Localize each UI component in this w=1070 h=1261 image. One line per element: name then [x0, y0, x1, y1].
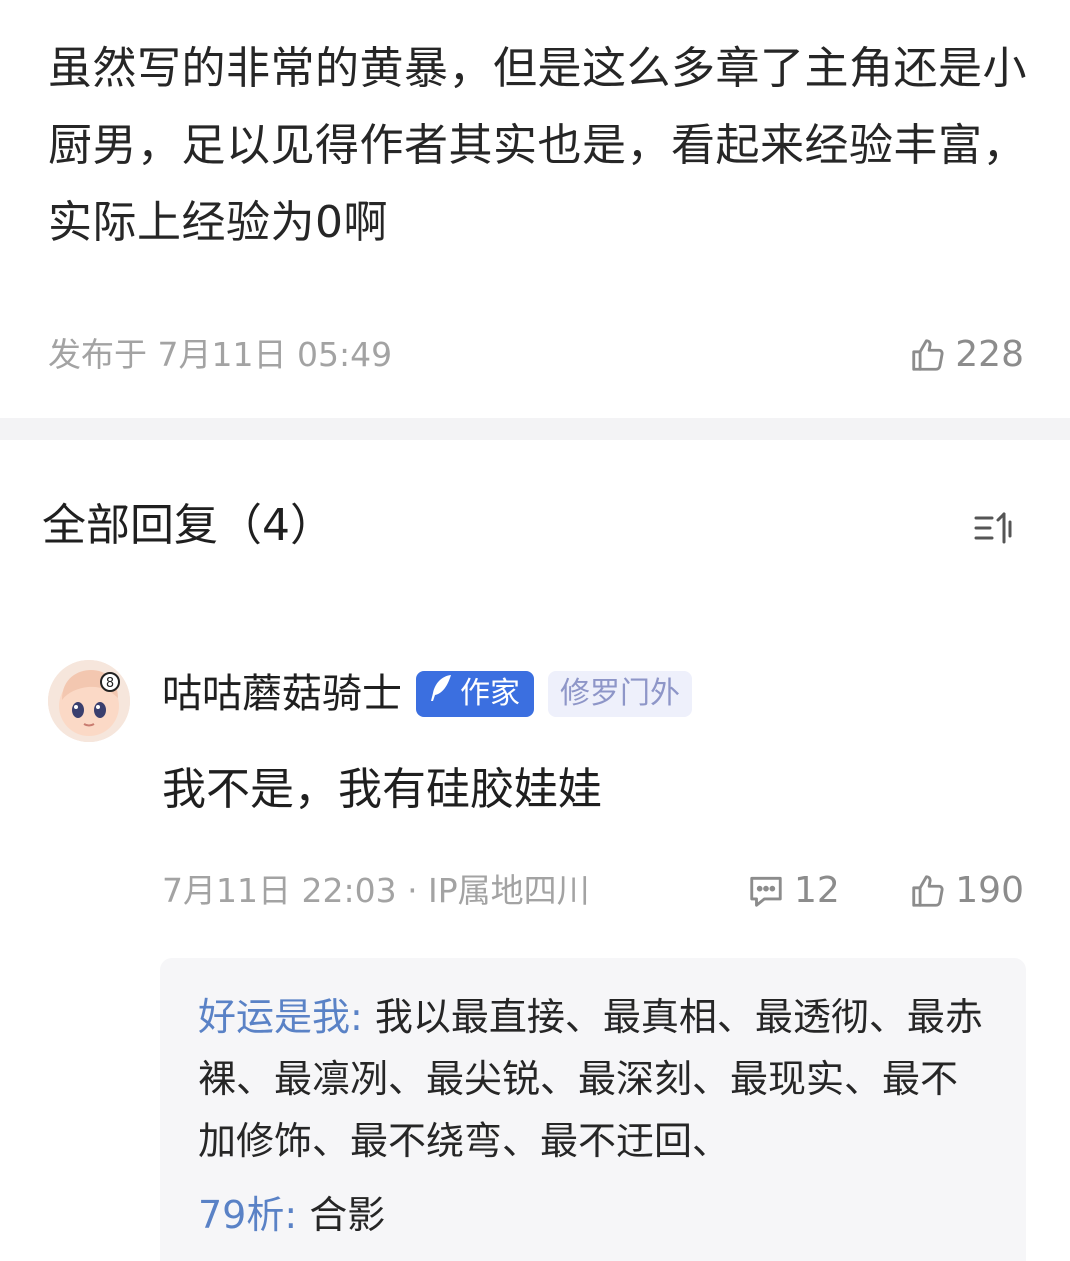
top-comment-timestamp: 发布于 7月11日 05:49: [48, 335, 393, 374]
avatar[interactable]: 8: [48, 660, 130, 742]
top-comment-like-button[interactable]: 228: [909, 330, 1024, 380]
sub-replies-box[interactable]: 好运是我: 我以最直接、最真相、最透彻、最赤裸、最凛冽、最尖锐、最深刻、最现实、…: [160, 958, 1026, 1261]
reply-actions: 12 190: [746, 866, 1024, 916]
author-badge-label: 作家: [460, 676, 520, 711]
sort-icon: [970, 512, 1022, 554]
sub-reply-item[interactable]: 好运是我: 我以最直接、最真相、最透彻、最赤裸、最凛冽、最尖锐、最深刻、最现实、…: [198, 986, 988, 1172]
top-comment-like-count: 228: [955, 334, 1024, 375]
replies-header-title: 全部回复（4）: [42, 500, 334, 551]
sort-button[interactable]: [970, 506, 1022, 550]
reply-user-row: 咕咕蘑菇骑士 作家 修罗门外: [162, 662, 692, 726]
reply-text: 我不是，我有硅胶娃娃: [162, 764, 602, 815]
thumbs-up-icon: [909, 872, 947, 910]
svg-text:8: 8: [106, 676, 114, 691]
reply-timestamp: 7月11日 22:03 · IP属地四川: [162, 871, 590, 910]
section-divider: [0, 418, 1070, 440]
sub-reply-item[interactable]: 79析: 合影: [198, 1184, 988, 1246]
reply-comment-count: 12: [794, 870, 840, 911]
reply-like-button[interactable]: 190: [909, 866, 1024, 916]
quill-icon: [428, 671, 454, 717]
thumbs-up-icon: [909, 336, 947, 374]
user-tag-badge: 修罗门外: [548, 671, 692, 717]
reply-comment-button[interactable]: 12: [746, 866, 840, 916]
reply-username[interactable]: 咕咕蘑菇骑士: [162, 662, 402, 726]
top-comment-text: 虽然写的非常的黄暴，但是这么多章了主角还是小厨男，足以见得作者其实也是，看起来经…: [48, 43, 1027, 248]
sub-reply-author[interactable]: 79析:: [198, 1193, 297, 1237]
sub-reply-author[interactable]: 好运是我:: [198, 995, 363, 1039]
comment-bubble-icon: [746, 872, 786, 910]
reply-like-count: 190: [955, 870, 1024, 911]
top-comment: 虽然写的非常的黄暴，但是这么多章了主角还是小厨男，足以见得作者其实也是，看起来经…: [0, 0, 1070, 418]
author-badge: 作家: [416, 671, 534, 717]
sub-reply-text: 合影: [297, 1193, 386, 1237]
